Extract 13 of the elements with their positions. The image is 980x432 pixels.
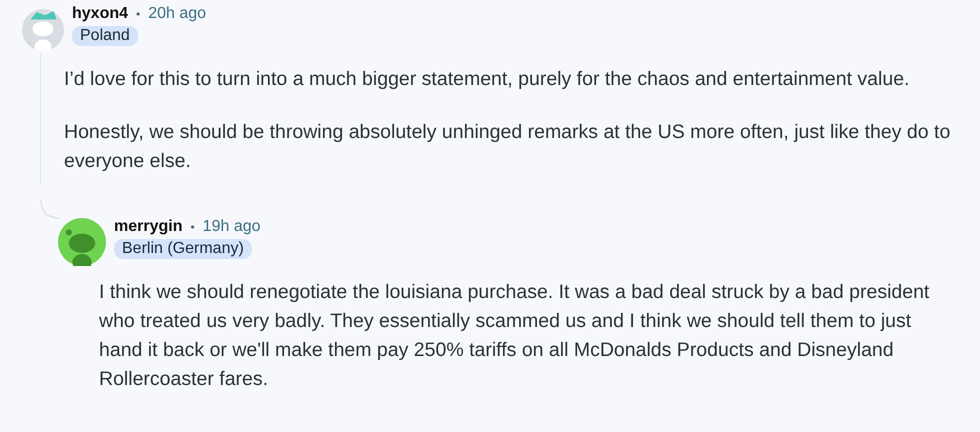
avatar-icon[interactable] — [22, 9, 64, 51]
user-flair: Poland — [72, 26, 138, 46]
separator-dot: • — [136, 7, 140, 21]
timestamp: 20h ago — [148, 5, 206, 23]
timestamp: 19h ago — [202, 218, 261, 236]
comment-text: I’d love for this to turn into a much bigger statement, purely for the chaos and entertainment value. — [64, 67, 910, 92]
username[interactable]: hyxon4 — [72, 5, 128, 23]
separator-dot: • — [190, 220, 195, 234]
user-flair: Berlin (Germany) — [114, 239, 252, 259]
comment-text: I think we should renegotiate the louisiana purchase. It was a bad deal struck by a bad president who treated us very badly. They essentially scammed us and I think we should tell them to just hand it back or we'll make them pay 250% tariffs on all McDonalds Products and Disneyland Rollercoaster fares. — [99, 280, 930, 392]
avatar-icon[interactable] — [58, 218, 106, 266]
comment-text: Honestly, we should be throwing absolutely unhinged remarks at the US more often, just like they do to everyone else. — [64, 120, 952, 174]
username[interactable]: merrygin — [114, 218, 182, 236]
